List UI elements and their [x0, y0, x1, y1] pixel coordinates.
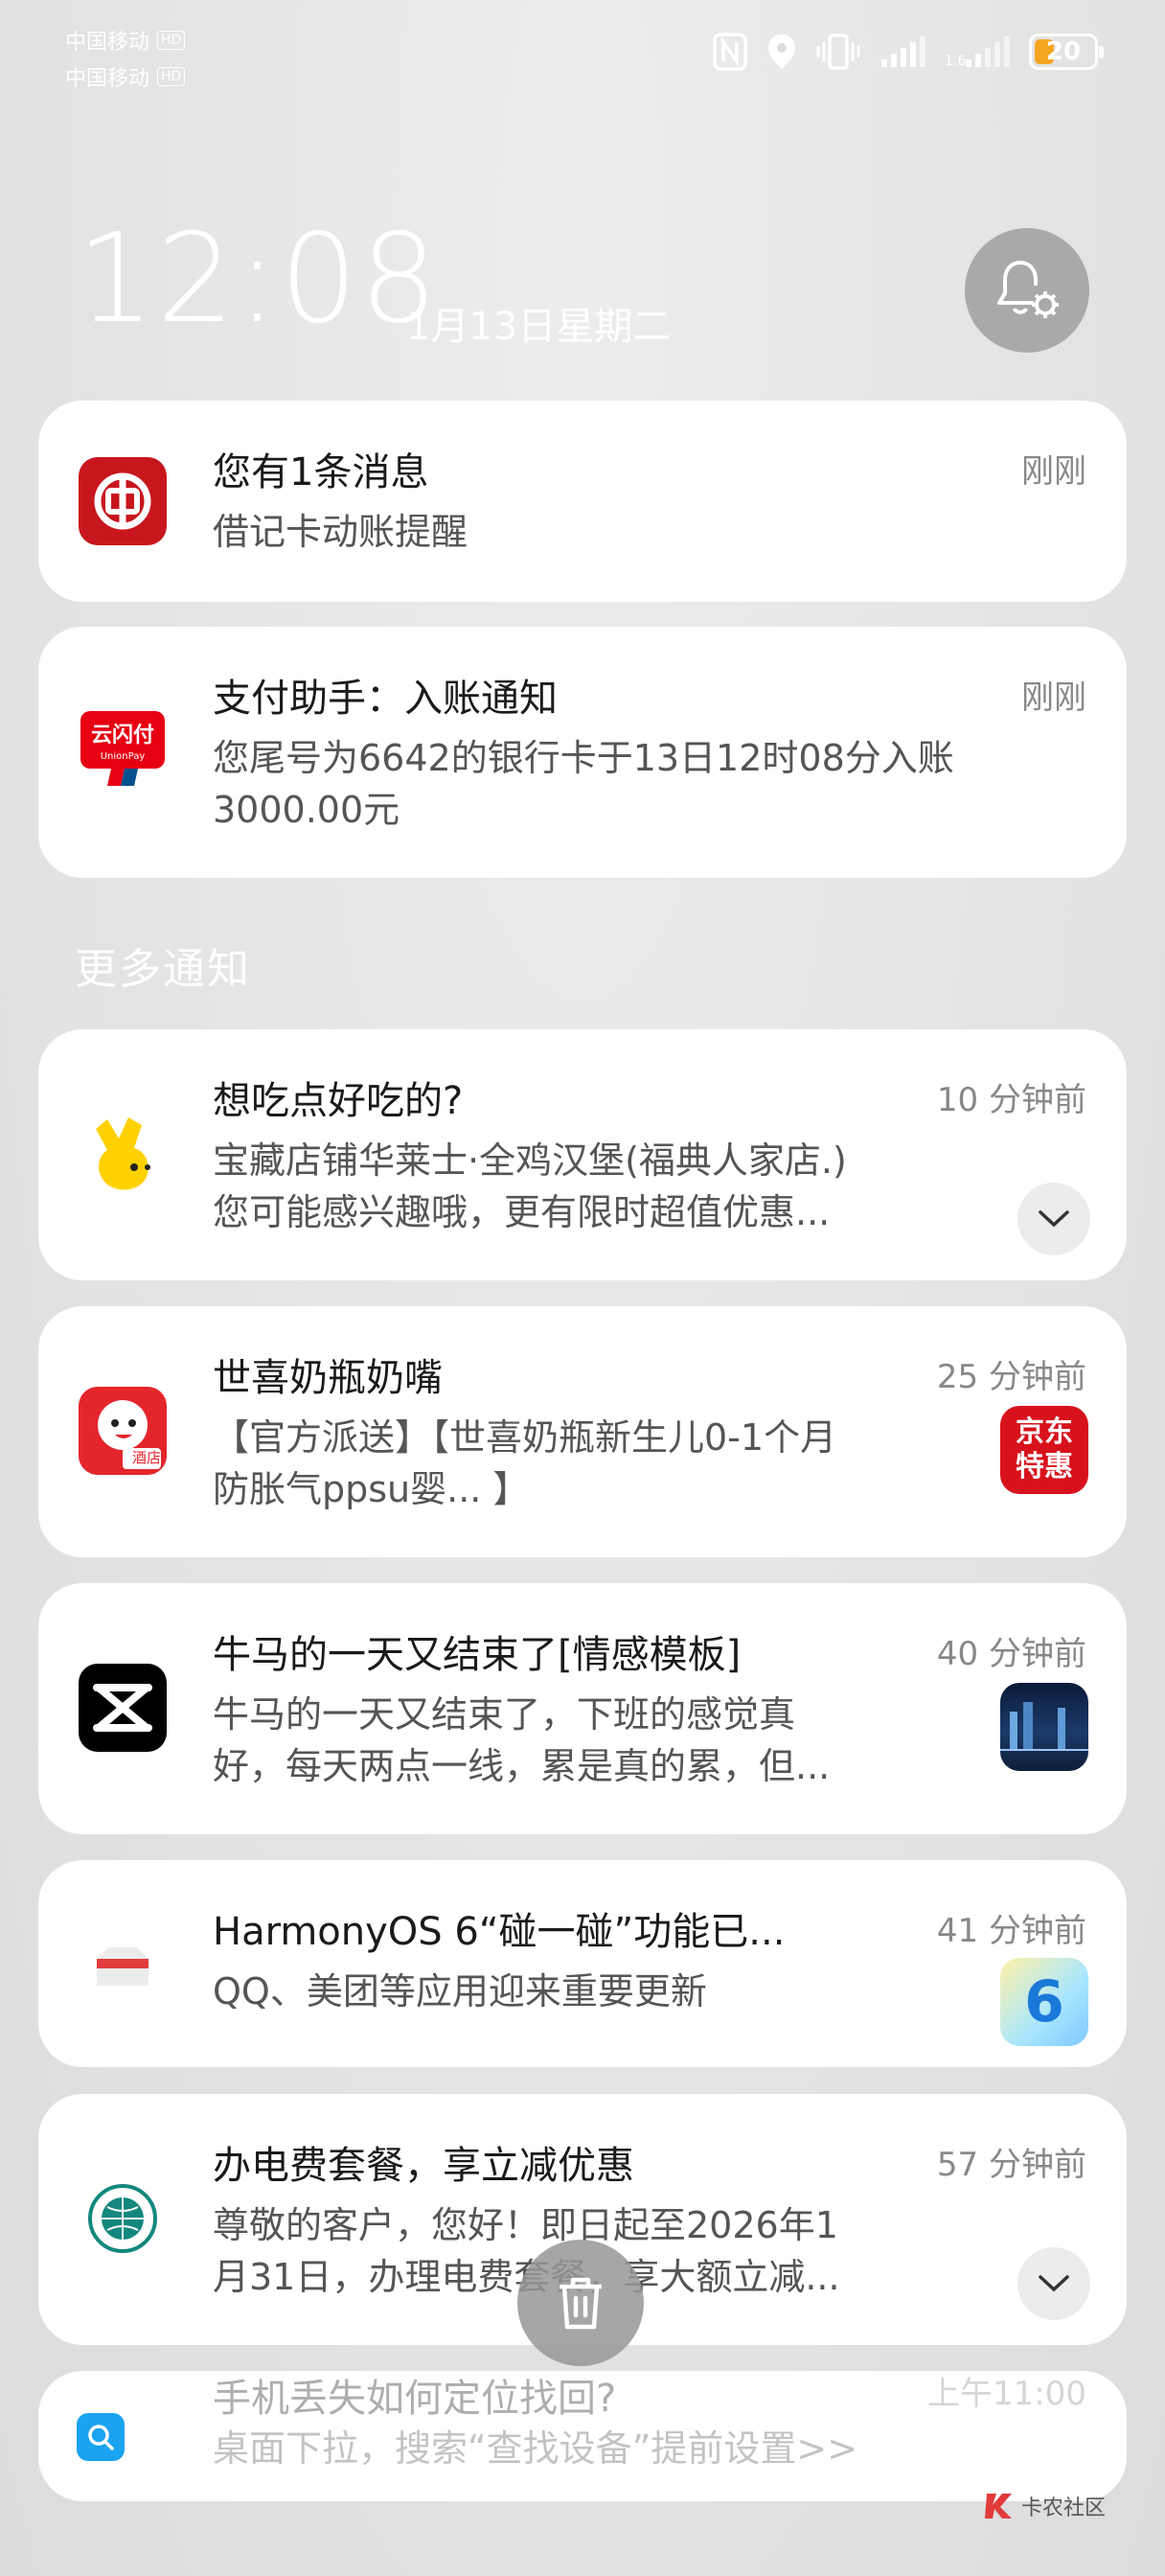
notification-capcut[interactable]: 牛马的一天又结束了[情感模板] 40 分钟前 牛马的一天又结束了，下班的感觉真 … — [38, 1583, 1127, 1834]
nfc-icon — [713, 33, 747, 71]
notification-bank[interactable]: 您有1条消息 刚刚 借记卡动账提醒 — [38, 401, 1127, 602]
body-line-1: 牛马的一天又结束了，下班的感觉真 — [213, 1693, 796, 1736]
chevron-down-icon — [1039, 1210, 1069, 1228]
notification-unionpay[interactable]: 云闪付 UnionPay 支付助手：入账通知 刚刚 您尾号为6642的银行卡于13… — [38, 627, 1127, 878]
battery-icon: 20 — [1029, 34, 1104, 70]
notification-body: 桌面下拉，搜索“查找设备”提前设置>> — [213, 2427, 858, 2470]
notification-find-device[interactable]: 手机丢失如何定位找回? 上午11:00 桌面下拉，搜索“查找设备”提前设置>> — [38, 2371, 1127, 2501]
body-line-1: 尊敬的客户，您好！即日起至2026年1 — [213, 2204, 838, 2246]
watermark: 卡农社区 — [983, 2490, 1106, 2522]
notification-time: 刚刚 — [1021, 452, 1086, 491]
notification-title: 牛马的一天又结束了[情感模板] — [213, 1633, 742, 1677]
status-icons: 1.6 20 — [713, 33, 1104, 71]
notification-food[interactable]: 想吃点好吃的? 10 分钟前 宝藏店铺华莱士·全鸡汉堡(福典人家店.) 您可能感… — [38, 1029, 1127, 1280]
video-thumbnail — [1000, 1683, 1088, 1771]
location-icon — [768, 34, 795, 69]
notification-title: 您有1条消息 — [213, 450, 429, 494]
carrier-1: 中国移动 HD — [65, 25, 186, 56]
expand-button[interactable] — [1017, 1183, 1090, 1255]
notification-time: 40 分钟前 — [936, 1635, 1086, 1673]
unionpay-icon: 云闪付 UnionPay — [79, 705, 167, 794]
more-notifications-label: 更多通知 — [75, 945, 251, 994]
body-line-2: 好，每天两点一线，累是真的累，但... — [213, 1745, 831, 1787]
battery-level: 20 — [1045, 37, 1082, 66]
notification-time: 25 分钟前 — [936, 1358, 1086, 1396]
notification-settings-button[interactable] — [965, 228, 1089, 353]
notification-body: 宝藏店铺华莱士·全鸡汉堡(福典人家店.) 您可能感兴趣哦，更有限时超值优惠... — [213, 1135, 998, 1238]
jd-icon: 酒店 — [79, 1387, 167, 1475]
notification-title: HarmonyOS 6“碰一碰”功能已... — [213, 1910, 786, 1954]
svg-text:1.6: 1.6 — [945, 54, 966, 69]
huawei-tips-icon — [79, 1920, 167, 2008]
notification-body: QQ、美团等应用迎来重要更新 — [213, 1970, 707, 2012]
svg-text:UnionPay: UnionPay — [101, 751, 146, 762]
jd-icon-label: 酒店 — [131, 1449, 161, 1466]
body-line-2: 防胀气ppsu婴... 】 — [213, 1468, 530, 1510]
watermark-label: 卡农社区 — [1020, 2496, 1106, 2520]
notification-title: 想吃点好吃的? — [213, 1079, 464, 1123]
jd-deal-thumbnail: 京东特惠 — [1000, 1406, 1088, 1494]
svg-text:云闪付: 云闪付 — [91, 724, 154, 748]
state-grid-icon — [79, 2174, 167, 2263]
notification-body: 借记卡动账提醒 — [213, 511, 468, 553]
clear-all-button[interactable] — [517, 2240, 644, 2366]
notification-title: 世喜奶瓶奶嘴 — [213, 1356, 443, 1400]
notification-harmonyos[interactable]: HarmonyOS 6“碰一碰”功能已... 41 分钟前 QQ、美团等应用迎来… — [38, 1860, 1127, 2067]
notification-time: 上午11:00 — [927, 2375, 1086, 2413]
lock-time: 12:08 — [77, 208, 440, 351]
bell-gear-icon — [997, 261, 1059, 318]
search-icon — [77, 2413, 125, 2461]
notification-time: 10 分钟前 — [936, 1081, 1086, 1119]
kanong-logo-icon — [984, 2494, 1012, 2518]
capcut-icon — [79, 1664, 167, 1752]
body-line-2: 3000.00元 — [213, 789, 400, 831]
notification-body: 牛马的一天又结束了，下班的感觉真 好，每天两点一线，累是真的累，但... — [213, 1689, 979, 1792]
lock-date: 1月13日星期二 — [406, 305, 672, 349]
harmonyos6-thumbnail: 6 — [1000, 1958, 1088, 2046]
body-line-1: 【官方派送】【世喜奶瓶新生儿0-1个月 — [213, 1416, 837, 1459]
notification-body: 您尾号为6642的银行卡于13日12时08分入账 3000.00元 — [213, 732, 1113, 836]
carrier-2-label: 中国移动 — [65, 67, 150, 91]
vibrate-icon — [816, 34, 860, 70]
trash-icon — [560, 2277, 602, 2330]
expand-button[interactable] — [1017, 2247, 1090, 2320]
hd-badge: HD — [157, 31, 186, 50]
notification-time: 41 分钟前 — [936, 1912, 1086, 1950]
notification-time: 刚刚 — [1021, 678, 1086, 717]
notification-time: 57 分钟前 — [936, 2146, 1086, 2184]
carrier-1-label: 中国移动 — [65, 31, 150, 55]
notification-title: 支付助手：入账通知 — [213, 677, 558, 721]
notification-title: 办电费套餐，享立减优惠 — [213, 2144, 634, 2188]
boc-icon — [79, 457, 167, 545]
notification-title: 手机丢失如何定位找回? — [213, 2377, 617, 2421]
notification-body: 【官方派送】【世喜奶瓶新生儿0-1个月 防胀气ppsu婴... 】 — [213, 1412, 979, 1515]
body-line-2: 您可能感兴趣哦，更有限时超值优惠... — [213, 1191, 831, 1233]
carrier-2: 中国移动 HD — [65, 61, 186, 92]
hd-badge: HD — [157, 67, 186, 86]
chevron-down-icon — [1039, 2275, 1069, 2292]
signal-1-icon — [881, 36, 925, 67]
meituan-mascot-icon — [79, 1110, 167, 1198]
notification-jd[interactable]: 酒店 世喜奶瓶奶嘴 25 分钟前 【官方派送】【世喜奶瓶新生儿0-1个月 防胀气… — [38, 1306, 1127, 1557]
signal-2-icon: 1.6 — [945, 36, 1010, 69]
body-line-1: 您尾号为6642的银行卡于13日12时08分入账 — [213, 737, 954, 779]
body-line-1: 宝藏店铺华莱士·全鸡汉堡(福典人家店.) — [213, 1139, 847, 1182]
